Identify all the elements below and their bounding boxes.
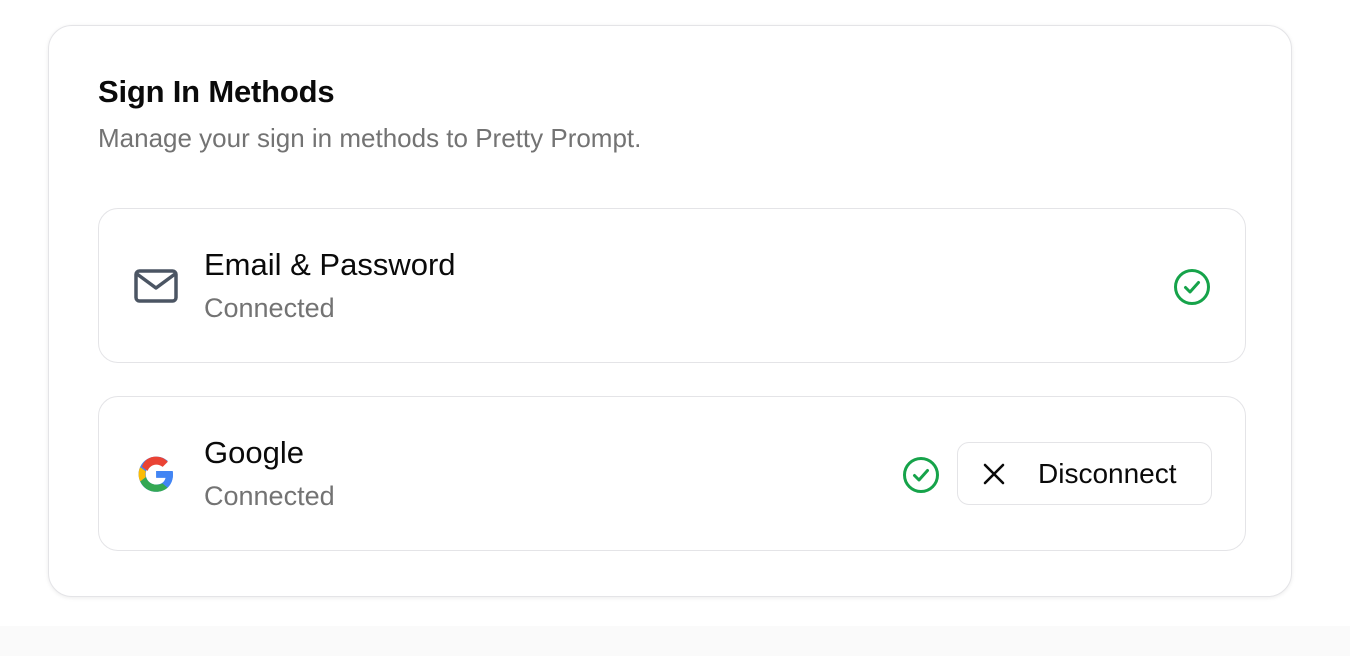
check-circle-icon bbox=[901, 455, 941, 495]
method-google: Google Connected Disconnect bbox=[98, 396, 1246, 551]
method-status: Connected bbox=[204, 293, 335, 323]
disconnect-button[interactable]: Disconnect bbox=[957, 442, 1212, 505]
google-icon bbox=[133, 453, 179, 495]
page-footer-band bbox=[0, 626, 1350, 656]
method-status: Connected bbox=[204, 481, 335, 511]
method-name: Email & Password bbox=[204, 247, 456, 282]
disconnect-label: Disconnect bbox=[1038, 457, 1177, 489]
mail-icon bbox=[133, 265, 179, 307]
sign-in-methods-card: Sign In Methods Manage your sign in meth… bbox=[48, 25, 1292, 597]
method-email-password: Email & Password Connected bbox=[98, 208, 1246, 363]
method-name: Google bbox=[204, 435, 304, 470]
close-icon bbox=[982, 462, 1006, 486]
card-description: Manage your sign in methods to Pretty Pr… bbox=[98, 123, 642, 153]
check-circle-icon bbox=[1172, 267, 1212, 307]
card-title: Sign In Methods bbox=[98, 74, 335, 109]
